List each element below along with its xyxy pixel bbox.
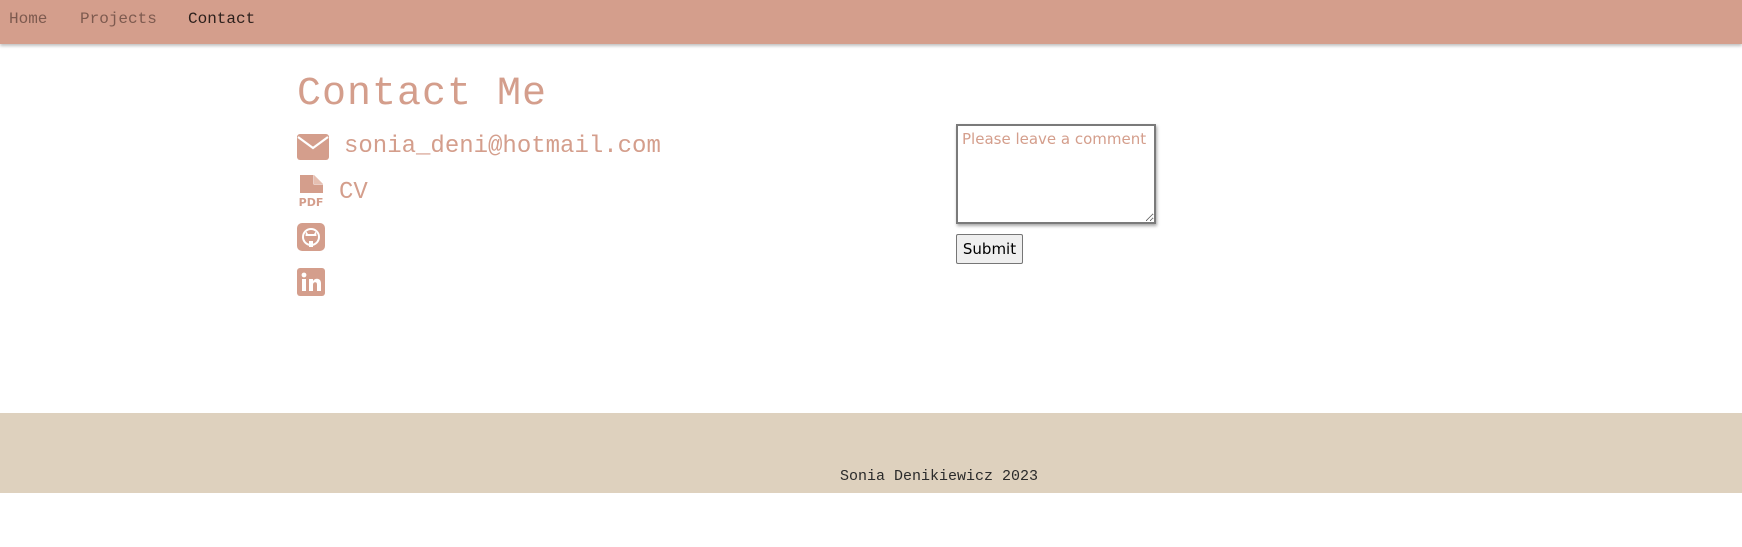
submit-button[interactable]: Submit [956,234,1023,264]
footer-copyright: Sonia Denikiewicz 2023 [840,468,1039,485]
envelope-icon [297,133,329,160]
comment-textarea[interactable] [956,124,1156,224]
email-contact-row: sonia_deni@hotmail.com [297,133,661,160]
page-title: Contact Me [297,72,548,117]
github-icon[interactable] [297,223,325,251]
file-pdf-icon[interactable]: PDF [297,175,325,209]
nav-projects-link[interactable]: Projects [80,10,157,28]
github-contact-row [297,223,325,251]
email-link[interactable]: sonia_deni@hotmail.com [344,133,661,160]
top-navbar: Home Projects Contact [0,0,1742,44]
svg-text:PDF: PDF [299,196,324,209]
linkedin-icon[interactable] [297,268,325,296]
nav-home-link[interactable]: Home [9,10,47,28]
cv-link[interactable]: CV [339,179,368,206]
linkedin-contact-row [297,268,325,296]
footer: Sonia Denikiewicz 2023 [0,413,1742,493]
cv-contact-row: PDF CV [297,175,368,209]
nav-contact-link[interactable]: Contact [188,10,255,28]
